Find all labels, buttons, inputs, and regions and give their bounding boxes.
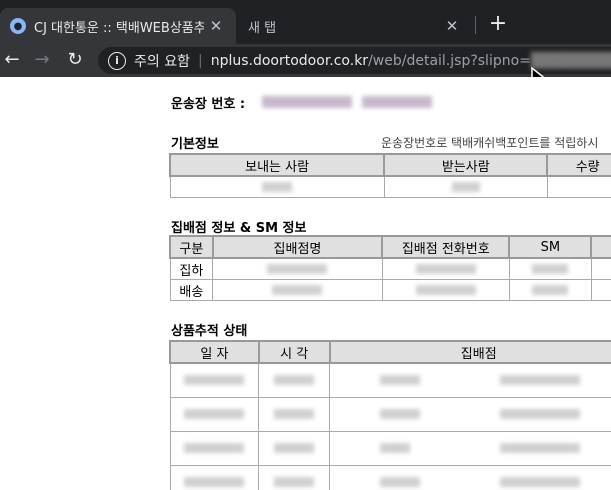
tracking-title: 상품추적 상태 xyxy=(171,324,248,339)
pickup-branch-cell xyxy=(212,257,383,280)
tracking-branch-cell xyxy=(329,362,611,398)
url-path: /web/detail.jsp?slipno= xyxy=(368,52,531,69)
reload-icon[interactable]: ↻ xyxy=(63,48,87,72)
tab-strip: ● CJ 대한통운 :: 택배WEB상품추적 ✕ 새 탭 ✕ + xyxy=(0,0,611,44)
pickup-sm-cell xyxy=(508,257,592,280)
tracking-date-cell xyxy=(169,464,260,490)
close-icon[interactable]: ✕ xyxy=(440,17,464,35)
header-extra xyxy=(590,235,611,259)
waybill-value xyxy=(262,96,352,108)
delivery-phone-cell xyxy=(381,279,510,301)
url-host: nplus.doortodoor.co.kr xyxy=(210,52,369,69)
toolbar: ← → ↻ i 주의 요함 | nplus.doortodoor.co.kr /… xyxy=(0,44,611,77)
tracking-time-cell xyxy=(258,464,330,490)
header-branch-name: 집배점명 xyxy=(211,235,384,259)
quantity-cell xyxy=(546,175,611,198)
delivery-extra-cell xyxy=(590,279,611,301)
globe-icon: ● xyxy=(10,18,26,34)
waybill-value-2 xyxy=(362,96,432,108)
tracking-time-cell xyxy=(258,362,330,398)
tracking-time-cell xyxy=(258,396,330,432)
page-content: 운송장 번호 : 기본정보 운송장번호로 택배캐쉬백포인트를 적립하시 보내는 … xyxy=(0,77,611,490)
tracking-time-cell xyxy=(258,430,330,466)
tracking-date-cell xyxy=(169,396,260,432)
basic-info-table: 보내는 사람 받는사람 수량 xyxy=(168,153,611,198)
plus-icon[interactable]: + xyxy=(486,12,510,36)
delivery-branch-cell xyxy=(212,279,383,301)
tab-separator xyxy=(475,16,476,34)
sender-cell xyxy=(169,175,385,198)
tab-new[interactable]: 새 탭 ✕ xyxy=(236,8,472,44)
tracking-date-cell xyxy=(169,430,260,466)
address-divider: | xyxy=(197,52,203,69)
delivery-sm-cell xyxy=(508,279,592,301)
close-icon[interactable]: ✕ xyxy=(204,17,228,35)
basic-info-title: 기본정보 xyxy=(171,137,219,152)
header-branch: 집배점 xyxy=(328,340,611,364)
pickup-phone-cell xyxy=(381,257,510,280)
back-arrow-icon[interactable]: ← xyxy=(0,48,24,72)
receiver-cell xyxy=(383,175,548,198)
header-category: 구분 xyxy=(169,235,214,259)
header-branch-phone: 집배점 전화번호 xyxy=(381,235,511,259)
header-date: 일 자 xyxy=(169,340,260,364)
branch-info-title: 집배점 정보 & SM 정보 xyxy=(171,221,307,236)
tab-title: CJ 대한통운 :: 택배WEB상품추적 xyxy=(34,20,204,36)
tab-active[interactable]: ● CJ 대한통운 :: 택배WEB상품추적 ✕ xyxy=(0,8,236,44)
info-icon[interactable]: i xyxy=(108,51,126,70)
header-sm: SM xyxy=(508,235,593,259)
tracking-branch-cell xyxy=(329,396,611,432)
row-delivery: 배송 xyxy=(169,279,214,301)
tab-title-new: 새 탭 xyxy=(248,20,277,36)
header-sender: 보내는 사람 xyxy=(168,153,386,177)
basic-info-note: 운송장번호로 택배캐쉬백포인트를 적립하시 xyxy=(381,136,599,150)
tracking-branch-cell xyxy=(329,464,611,490)
tracking-date-cell xyxy=(169,362,260,398)
forward-arrow-icon[interactable]: → xyxy=(30,48,54,72)
branch-info-table: 구분 집배점명 집배점 전화번호 SM 집하 배송 xyxy=(169,235,611,301)
row-pickup: 집하 xyxy=(169,257,214,280)
header-quantity: 수량 xyxy=(546,153,611,177)
tracking-branch-cell xyxy=(329,430,611,466)
security-text: 주의 요함 xyxy=(134,53,190,70)
pickup-extra-cell xyxy=(590,257,611,280)
tracking-table: 일 자 시 각 집배점 xyxy=(169,340,611,490)
header-time: 시 각 xyxy=(257,340,331,364)
header-receiver: 받는사람 xyxy=(383,153,549,177)
waybill-label: 운송장 번호 : xyxy=(171,97,246,112)
